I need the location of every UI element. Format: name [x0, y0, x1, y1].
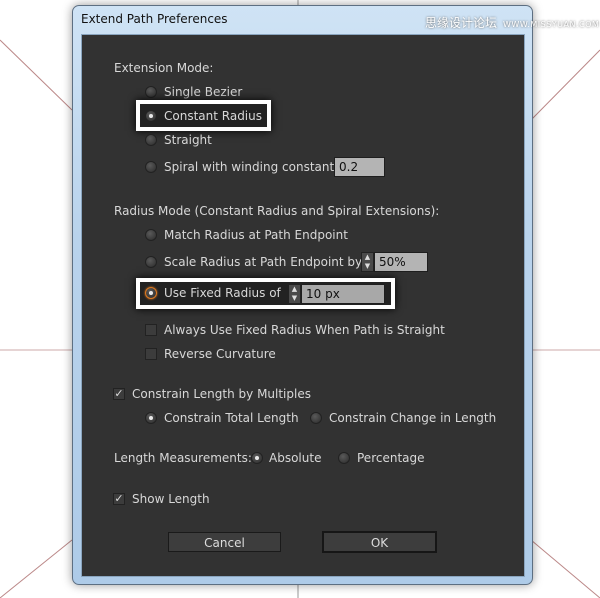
- radio-constrain-total[interactable]: [145, 412, 157, 424]
- label-straight: Straight: [164, 133, 212, 147]
- label-constant-radius: Constant Radius: [164, 109, 262, 123]
- radio-constrain-change[interactable]: [310, 412, 322, 424]
- label-single-bezier: Single Bezier: [164, 85, 243, 99]
- radio-straight[interactable]: [145, 134, 157, 146]
- radio-percentage[interactable]: [338, 452, 350, 464]
- label-constrain-change: Constrain Change in Length: [329, 411, 497, 425]
- fixed-radius-stepper[interactable]: ▲ ▼: [288, 284, 301, 304]
- checkbox-constrain-length[interactable]: ✓: [113, 388, 125, 400]
- scale-input[interactable]: 50%: [374, 252, 428, 272]
- label-fixed-radius: Use Fixed Radius of: [164, 286, 281, 300]
- radio-single-bezier[interactable]: [145, 86, 157, 98]
- label-constrain-total: Constrain Total Length: [164, 411, 299, 425]
- radio-spiral[interactable]: [145, 161, 157, 173]
- radio-constant-radius[interactable]: [145, 110, 157, 122]
- checkbox-always-fixed[interactable]: [145, 324, 157, 336]
- radio-fixed-radius[interactable]: [145, 287, 157, 299]
- label-match-radius: Match Radius at Path Endpoint: [164, 228, 348, 242]
- label-absolute: Absolute: [269, 451, 322, 465]
- label-constrain-length: Constrain Length by Multiples: [132, 387, 311, 401]
- length-measurements-label: Length Measurements:: [114, 451, 252, 465]
- winding-constant-input[interactable]: 0.2: [334, 157, 385, 177]
- label-scale-radius: Scale Radius at Path Endpoint by: [164, 255, 363, 269]
- label-percentage: Percentage: [357, 451, 425, 465]
- dialog-title: Extend Path Preferences: [81, 12, 228, 26]
- watermark-logo: 思缘设计论坛 WWW.MISSYUAN.COM: [425, 16, 600, 30]
- radio-absolute[interactable]: [251, 452, 263, 464]
- label-show-length: Show Length: [132, 492, 210, 506]
- radius-mode-label: Radius Mode (Constant Radius and Spiral …: [114, 204, 440, 218]
- scale-stepper[interactable]: ▲ ▼: [361, 252, 374, 272]
- label-spiral: Spiral with winding constant: [164, 160, 335, 174]
- label-always-fixed: Always Use Fixed Radius When Path is Str…: [164, 323, 445, 337]
- fixed-radius-input[interactable]: 10 px: [301, 284, 385, 304]
- radio-match-radius[interactable]: [145, 229, 157, 241]
- extension-mode-label: Extension Mode:: [114, 61, 214, 75]
- checkbox-reverse-curvature[interactable]: [145, 348, 157, 360]
- ok-button[interactable]: OK: [322, 531, 437, 553]
- radio-scale-radius[interactable]: [145, 256, 157, 268]
- label-reverse-curvature: Reverse Curvature: [164, 347, 276, 361]
- checkbox-show-length[interactable]: ✓: [113, 493, 125, 505]
- cancel-button[interactable]: Cancel: [168, 532, 281, 552]
